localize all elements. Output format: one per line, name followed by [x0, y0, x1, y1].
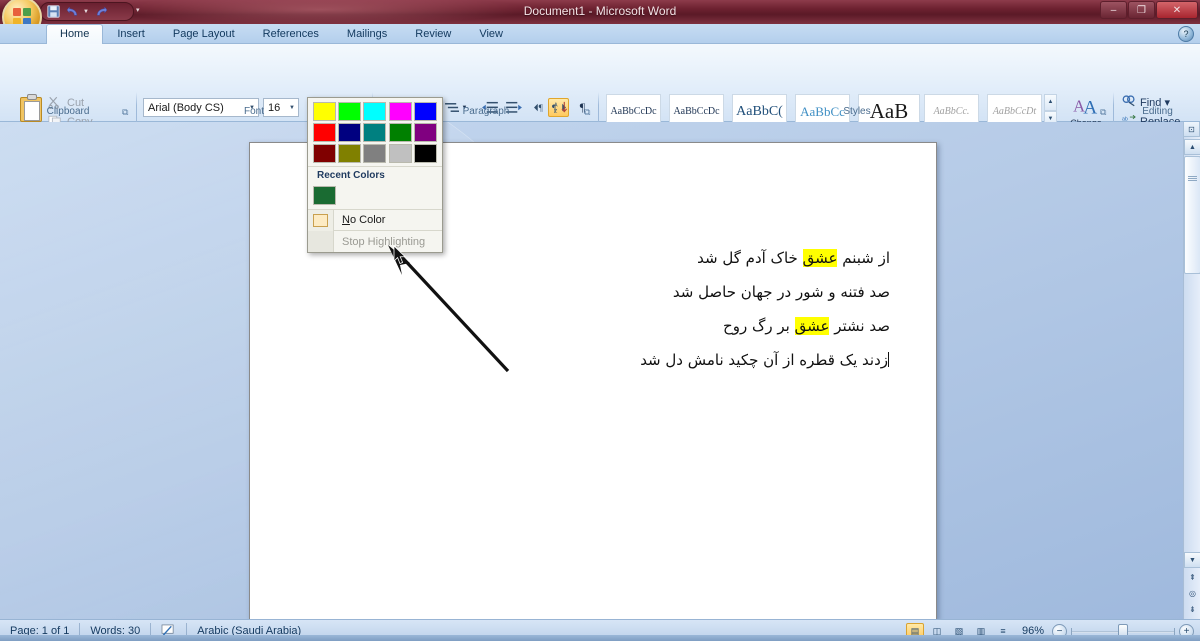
tab-view[interactable]: View	[465, 24, 517, 44]
recent-colors-row	[308, 184, 442, 210]
window-title: Document1 - Microsoft Word	[523, 4, 677, 18]
group-label-clipboard: Clipboard	[46, 106, 90, 117]
redo-icon	[96, 5, 107, 15]
title-bar: Document1 - Microsoft Word ▼ ▾ – ❐ ✕	[0, 0, 1200, 24]
save-icon	[47, 5, 60, 18]
no-color-label: No Color	[342, 214, 386, 226]
scroll-down-button[interactable]: ▼	[1184, 552, 1200, 568]
taskbar-strip	[0, 635, 1200, 641]
tab-review[interactable]: Review	[401, 24, 465, 44]
ribbon-group-labels: Clipboard ⧉ Font Paragraph ⧉ Styles ⧉ Ed…	[0, 106, 1200, 122]
previous-page-button[interactable]: ⇞	[1184, 570, 1200, 585]
zoom-tick-min	[1071, 628, 1072, 635]
no-color-label-rest: o Color	[349, 214, 386, 226]
office-logo-icon	[12, 8, 32, 24]
swatch-dark-red[interactable]	[313, 144, 336, 163]
swatch-blue[interactable]	[413, 102, 437, 121]
swatch-green[interactable]	[388, 123, 412, 142]
line-1-post: خاک آدم گل شد	[697, 249, 803, 267]
minimize-button[interactable]: –	[1100, 1, 1127, 19]
office-button[interactable]	[2, 0, 42, 24]
tab-page-layout[interactable]: Page Layout	[159, 24, 249, 44]
swatch-gray-50[interactable]	[363, 144, 387, 163]
scroll-up-button[interactable]: ▲	[1184, 139, 1200, 155]
tab-insert[interactable]: Insert	[103, 24, 159, 44]
swatch-black[interactable]	[413, 144, 437, 163]
undo-icon	[67, 5, 77, 15]
zoom-tick-max	[1174, 628, 1175, 635]
clipboard-dialog-launcher[interactable]: ⧉	[122, 107, 132, 117]
document-line-1: از شبنم عشق خاک آدم گل شد	[697, 249, 890, 267]
line-3-highlighted: عشق	[794, 317, 830, 335]
scrollbar-thumb[interactable]	[1184, 156, 1200, 274]
swatch-dark-blue[interactable]	[338, 123, 362, 142]
window-controls: – ❐ ✕	[1100, 1, 1198, 19]
swatch-recent-dark-green[interactable]	[313, 186, 336, 205]
restore-button[interactable]: ❐	[1128, 1, 1155, 19]
group-label-styles: Styles	[843, 106, 871, 117]
view-ruler-button[interactable]: ⊡	[1183, 122, 1200, 137]
document-line-3: صد نشتر عشق بر رگ روح	[723, 317, 890, 335]
line-1-pre: از شبنم	[837, 249, 890, 267]
swatch-pink[interactable]	[388, 102, 412, 121]
no-color-swatch-icon	[313, 213, 328, 227]
styles-dialog-launcher[interactable]: ⧉	[1100, 107, 1110, 117]
line-4-text: زدند یک قطره از آن چکید نامش دل شد	[640, 351, 888, 369]
ribbon-tabs-bar: Home Insert Page Layout References Maili…	[0, 24, 1200, 44]
vertical-scrollbar[interactable]: ⊡ ▲ ▼ ⇞ ◎ ⇟	[1183, 122, 1200, 619]
swatch-gray-25[interactable]	[388, 144, 412, 163]
select-browse-object-button[interactable]: ◎	[1184, 586, 1200, 601]
stop-highlighting-icon-cell	[308, 231, 334, 252]
tab-home[interactable]: Home	[46, 24, 104, 44]
line-2-text: صد فتنه و شور در جهان حاصل شد	[672, 283, 890, 301]
line-3-post: بر رگ روح	[723, 317, 795, 335]
text-caret	[888, 352, 889, 367]
recent-colors-header: Recent Colors	[308, 166, 442, 184]
scrollbar-grip-icon	[1188, 176, 1197, 182]
no-color-icon-cell	[308, 209, 334, 231]
mouse-cursor-icon	[393, 245, 406, 265]
paragraph-dialog-launcher[interactable]: ⧉	[584, 107, 594, 117]
group-label-editing: Editing	[1142, 106, 1173, 117]
save-button[interactable]	[45, 4, 62, 19]
swatch-dark-yellow[interactable]	[338, 144, 362, 163]
redo-button[interactable]	[92, 4, 109, 19]
line-3-pre: صد نشتر	[829, 317, 890, 335]
close-button[interactable]: ✕	[1156, 1, 1198, 19]
line-1-highlighted: عشق	[802, 249, 838, 267]
swatch-turquoise[interactable]	[363, 102, 387, 121]
swatch-red[interactable]	[313, 123, 336, 142]
document-line-4: زدند یک قطره از آن چکید نامش دل شد	[640, 351, 890, 369]
undo-button[interactable]	[65, 4, 82, 19]
no-color-menu-item[interactable]: No Color	[308, 209, 442, 231]
highlight-color-dropdown[interactable]: Recent Colors No Color Stop Highlighting	[307, 97, 443, 253]
next-page-button[interactable]: ⇟	[1184, 602, 1200, 617]
help-icon[interactable]: ?	[1178, 26, 1194, 42]
document-line-2: صد فتنه و شور در جهان حاصل شد	[673, 283, 890, 301]
ribbon-tabs: Home Insert Page Layout References Maili…	[46, 24, 517, 44]
quick-access-toolbar: ▼	[40, 2, 134, 21]
swatch-teal[interactable]	[363, 123, 387, 142]
swatch-yellow[interactable]	[313, 102, 336, 121]
swatch-bright-green[interactable]	[338, 102, 362, 121]
undo-dropdown-arrow[interactable]: ▼	[83, 9, 89, 15]
tab-mailings[interactable]: Mailings	[333, 24, 401, 44]
tab-references[interactable]: References	[249, 24, 333, 44]
swatch-violet[interactable]	[413, 123, 437, 142]
highlight-swatch-grid	[308, 98, 442, 166]
document-workspace: از شبنم عشق خاک آدم گل شد صد فتنه و شور …	[0, 122, 1200, 619]
customize-qat-button[interactable]: ▾	[136, 6, 140, 14]
